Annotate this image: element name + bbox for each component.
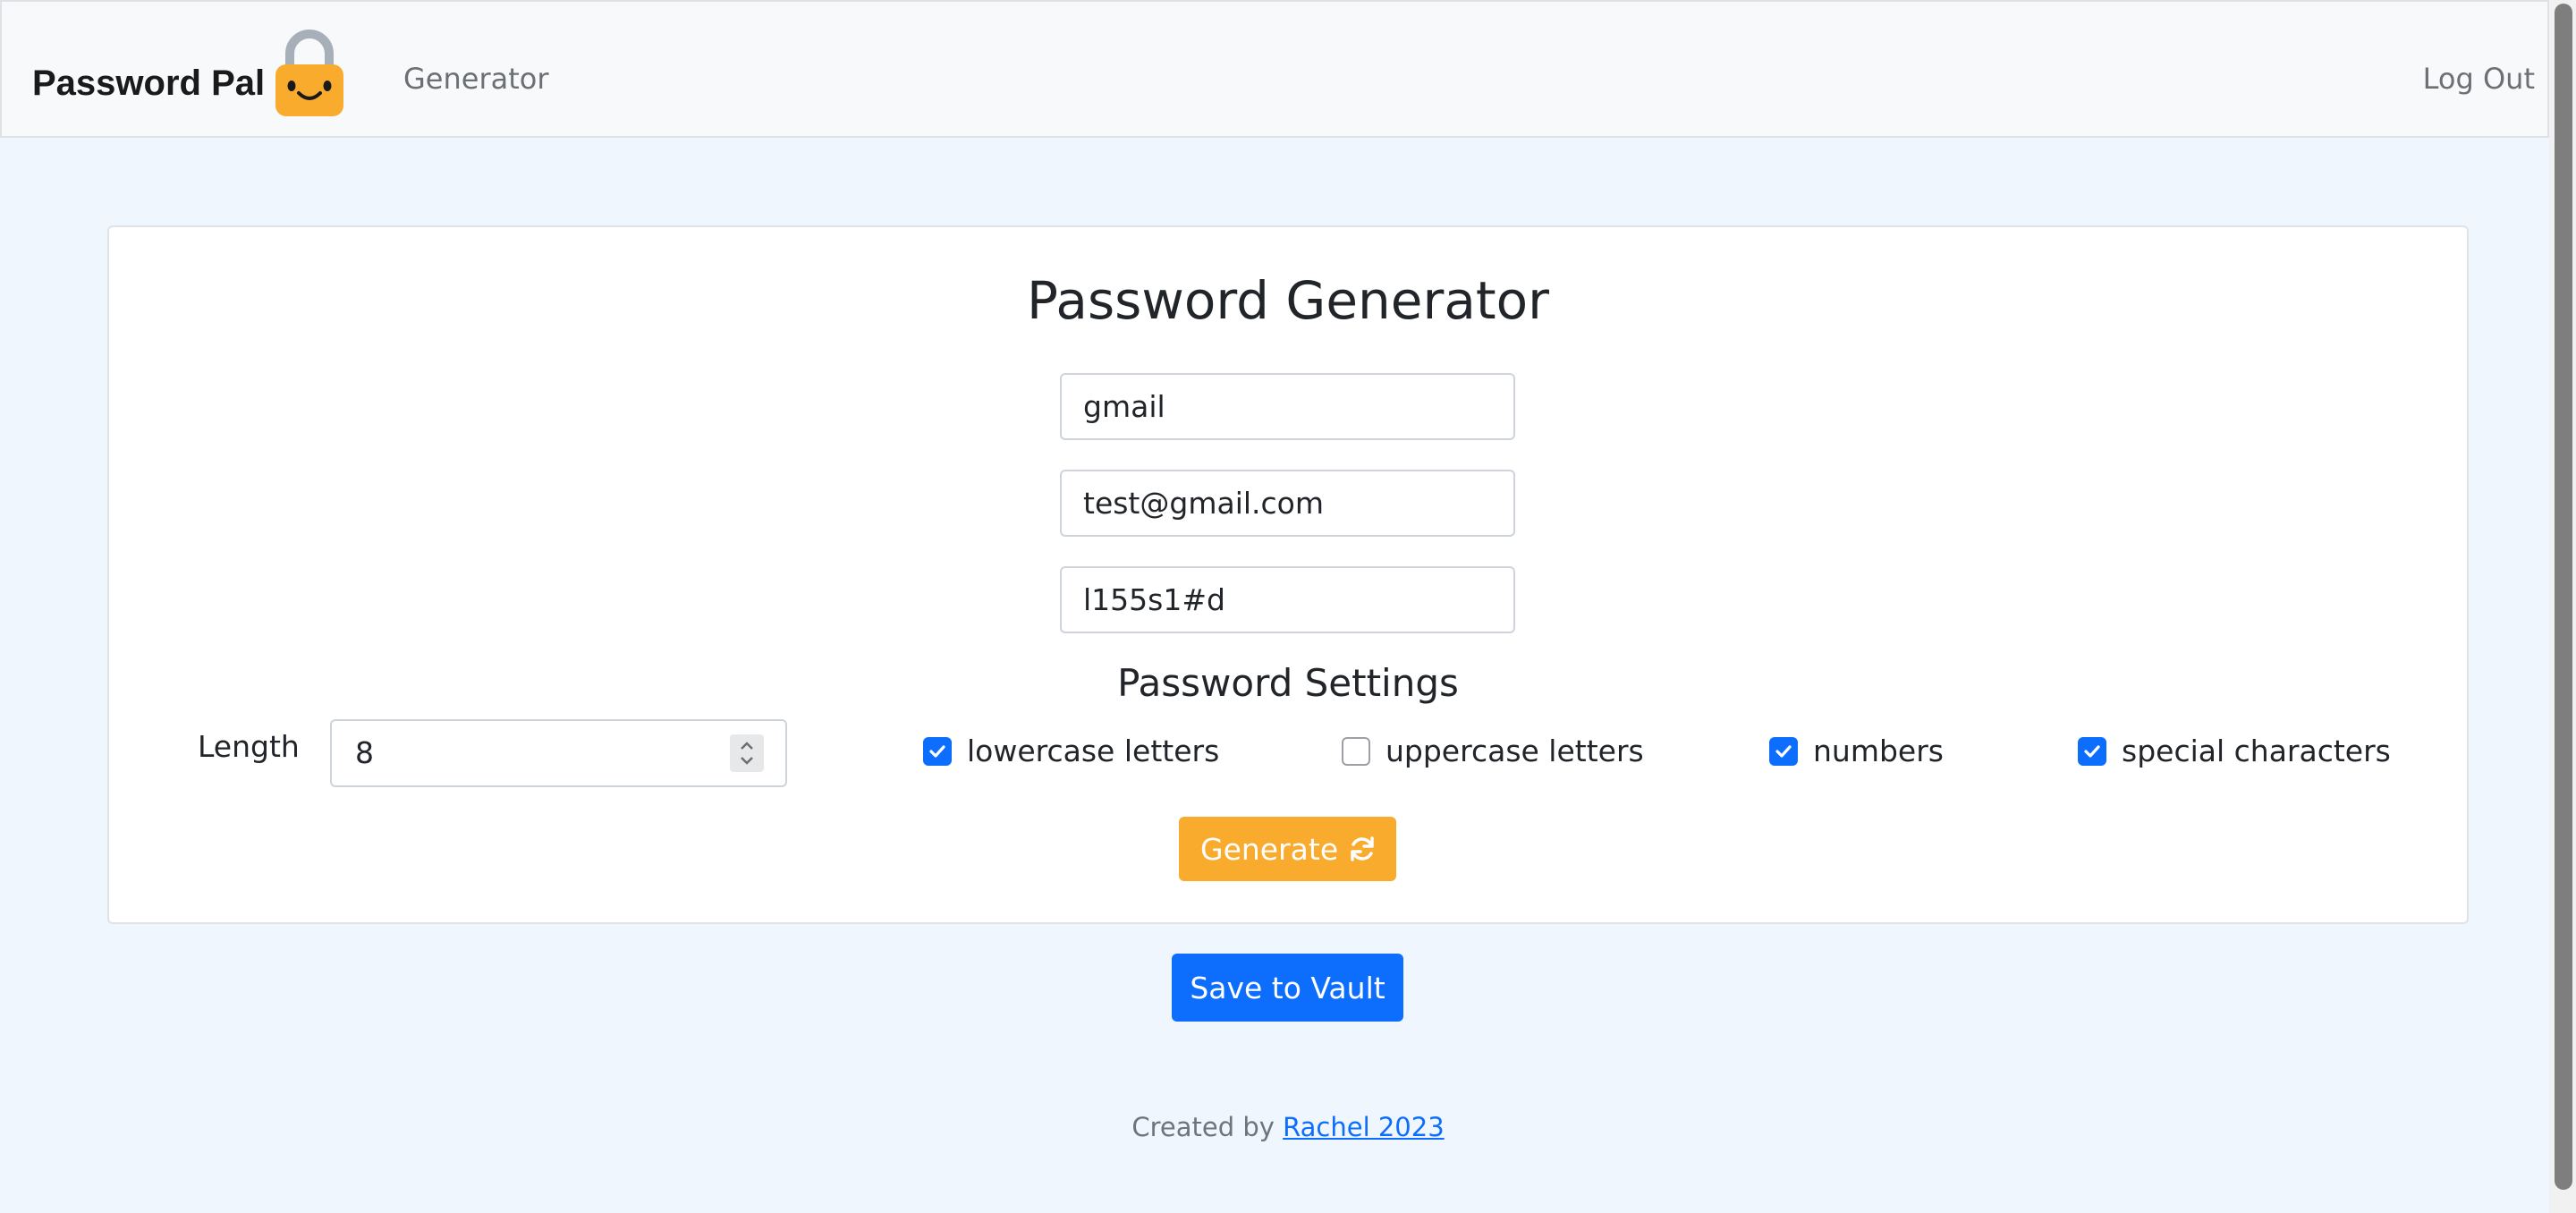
footer-prefix: Created by [1131,1112,1275,1142]
email-input[interactable] [1060,470,1515,537]
footer: Created by Rachel 2023 [0,1109,2576,1145]
site-input[interactable] [1060,373,1515,440]
lowercase-checkbox[interactable] [923,737,952,766]
nav-link-generator[interactable]: Generator [403,59,549,98]
smiling-padlock-icon[interactable] [274,27,345,118]
sync-icon [1351,836,1374,861]
brand-name[interactable]: Password Pal [32,57,265,109]
special-checkbox[interactable] [2078,737,2106,766]
footer-author-link[interactable]: Rachel 2023 [1283,1112,1445,1142]
navbar: Password Pal Generator Log Out [0,0,2549,138]
uppercase-checkbox[interactable] [1342,737,1370,766]
length-input[interactable]: 8 [330,719,787,787]
password-output[interactable] [1060,566,1515,633]
numbers-label: numbers [1813,734,1944,768]
length-spinner[interactable] [730,734,764,772]
spinner-arrows-icon [741,742,753,765]
scrollbar-thumb[interactable] [2555,4,2572,1190]
length-label: Length [198,729,300,764]
nav-link-logout[interactable]: Log Out [2423,59,2535,98]
uppercase-label: uppercase letters [1385,734,1644,768]
check-icon [2084,745,2100,758]
page-title: Password Generator [1027,270,1549,331]
generate-label: Generate [1200,831,1339,867]
save-to-vault-button[interactable]: Save to Vault [1172,954,1403,1022]
lowercase-label: lowercase letters [967,734,1220,768]
special-label: special characters [2122,734,2391,768]
settings-title: Password Settings [1117,661,1459,705]
length-value: 8 [355,735,374,770]
scrollbar[interactable] [2549,0,2576,1213]
check-icon [1775,745,1792,758]
numbers-checkbox[interactable] [1769,737,1798,766]
check-icon [929,745,945,758]
generate-button[interactable]: Generate [1179,817,1396,881]
